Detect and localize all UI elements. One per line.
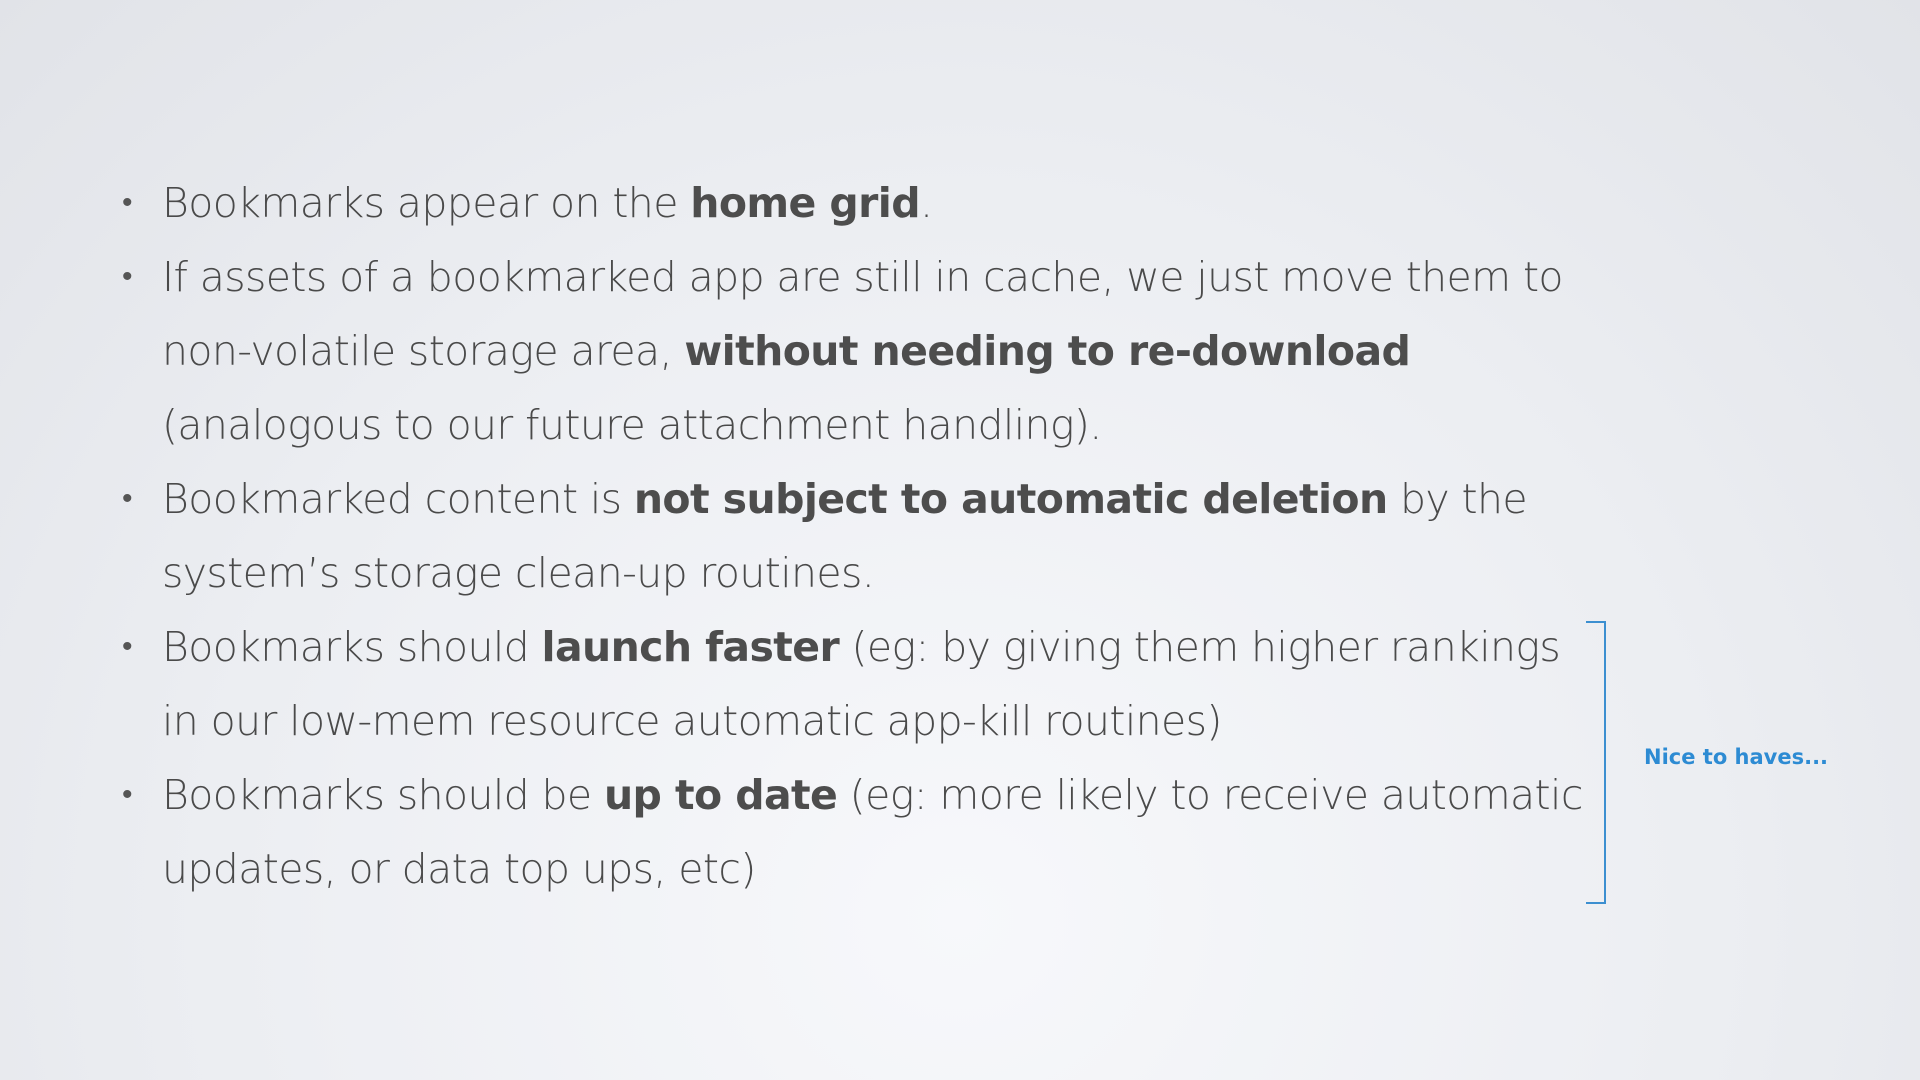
bullet-item: If assets of a bookmarked app are still … [120,240,1590,462]
right-bracket [1586,621,1606,904]
slide: Bookmarks appear on the home grid. If as… [0,0,1920,1080]
bullet-item: Bookmarks appear on the home grid. [120,166,1590,240]
bullet-emphasis: not subject to automatic deletion [633,475,1388,523]
bullet-item: Bookmarked content is not subject to aut… [120,462,1590,610]
bullet-emphasis: home grid [690,179,920,227]
bullet-emphasis: without needing to re-download [684,327,1411,375]
bullet-item: Bookmarks should launch faster (eg: by g… [120,610,1590,758]
bullet-emphasis: up to date [603,771,838,819]
nice-to-haves-label: Nice to haves... [1644,745,1829,769]
bullet-text: . [919,179,933,227]
bullet-emphasis: launch faster [541,623,840,671]
bullet-text: Bookmarks should [162,623,542,671]
bullet-text: Bookmarks should be [162,771,604,819]
bullet-text: Bookmarked content is [162,475,634,523]
bullet-text: (analogous to our future attachment hand… [162,401,1102,449]
bullet-item: Bookmarks should be up to date (eg: more… [120,758,1590,906]
bullet-list: Bookmarks appear on the home grid. If as… [120,166,1590,906]
bullet-text: Bookmarks appear on the [162,179,691,227]
